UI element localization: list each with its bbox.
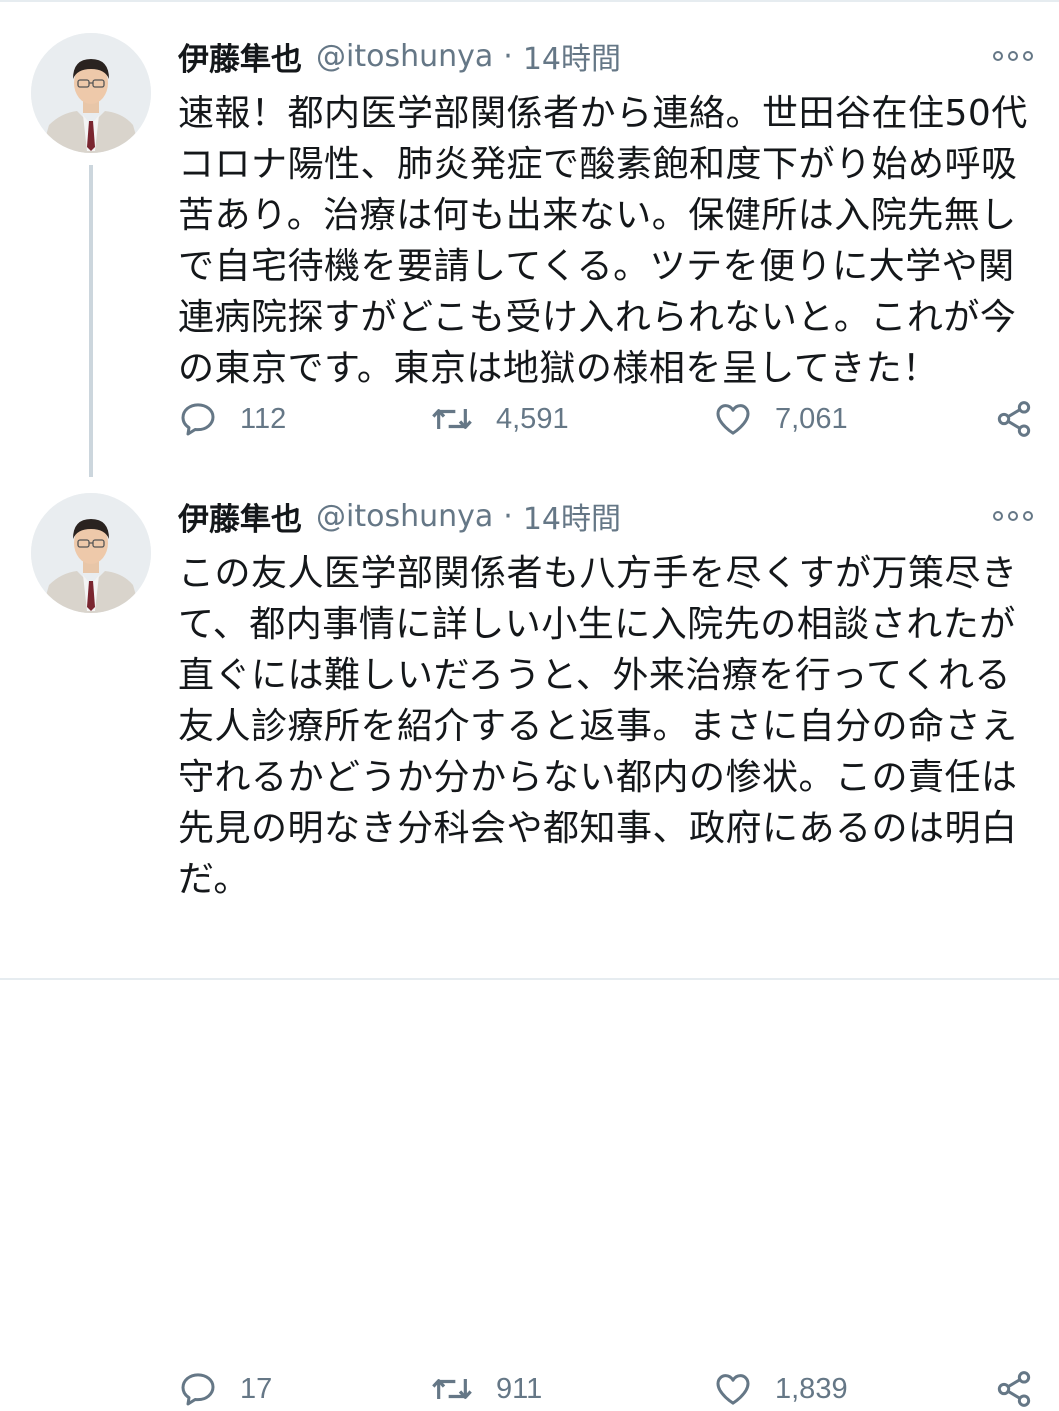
reply-button[interactable]: 17 (178, 1367, 272, 1411)
avatar[interactable] (31, 33, 151, 153)
timestamp[interactable]: 14時間 (523, 494, 621, 538)
action-bar: 112 4,591 7,061 (178, 397, 1038, 441)
heart-icon (716, 404, 750, 435)
separator-dot: · (503, 38, 513, 74)
tweet-text-line: で自宅待機を要請してくる。ツテを便りに大学や関 (178, 246, 1015, 287)
tweet-text-line: この友人医学部関係者も八方手を尽くすが万策尽き (178, 553, 1018, 594)
reply-count: 17 (240, 1372, 273, 1405)
like-count: 1,839 (775, 1372, 848, 1405)
like-button[interactable]: 7,061 (713, 397, 848, 441)
reply-icon (181, 403, 215, 436)
share-icon (997, 1371, 1031, 1407)
user-handle[interactable]: @itoshunya (316, 39, 493, 74)
display-name[interactable]: 伊藤隼也 (178, 34, 302, 79)
reply-count: 112 (240, 402, 287, 435)
more-icon[interactable] (993, 508, 1033, 524)
like-count: 7,061 (775, 402, 848, 435)
tweet-text-line: 連病院探すがどこも受け入れられないと。これが今 (178, 297, 1017, 338)
display-name[interactable]: 伊藤隼也 (178, 494, 302, 539)
tweet-text-line: 守れるかどうか分からない都内の惨状。この責任は (178, 757, 1018, 798)
action-bar: 17 911 1,839 (178, 1367, 1038, 1411)
share-button[interactable] (994, 397, 1034, 441)
retweet-icon (432, 1379, 472, 1399)
share-button[interactable] (994, 1367, 1034, 1411)
like-button[interactable]: 1,839 (713, 1367, 848, 1411)
tweet-text-line: コロナ陽性、肺炎発症で酸素飽和度下がり始め呼吸 (178, 144, 1018, 185)
avatar[interactable] (31, 493, 151, 613)
tweet-text-line: 友人診療所を紹介すると返事。まさに自分の命さえ (178, 706, 1018, 747)
tweet-text-line: 先見の明なき分科会や都知事、政府にあるのは明白 (178, 808, 1018, 849)
retweet-count: 911 (496, 1372, 543, 1405)
timestamp[interactable]: 14時間 (523, 34, 621, 78)
tweet-text-line: の東京です。東京は地獄の様相を呈してきた！ (178, 348, 939, 389)
reply-icon (181, 1373, 215, 1406)
user-handle[interactable]: @itoshunya (316, 499, 493, 534)
tweet-text-line: 苦あり。治療は何も出来ない。保健所は入院先無し (178, 195, 1017, 236)
retweet-button[interactable]: 4,591 (430, 397, 569, 441)
tweet-header: 伊藤隼也 @itoshunya · 14時間 (178, 32, 621, 80)
bottom-divider (0, 978, 1059, 980)
tweet-text: 速報！都内医学部関係者から連絡。世田谷在住50代 コロナ陽性、肺炎発症で酸素飽和… (178, 88, 1038, 394)
share-icon (997, 401, 1031, 437)
retweet-button[interactable]: 911 (430, 1367, 542, 1411)
thread-connector-line (89, 165, 93, 477)
tweet-text-line: 直ぐには難しいだろうと、外来治療を行ってくれる (178, 655, 1012, 696)
tweet-text-line: 速報！都内医学部関係者から連絡。世田谷在住50代 (178, 93, 1028, 134)
tweet-text-line: だ。 (178, 859, 250, 900)
retweet-icon (432, 409, 472, 429)
tweet-header: 伊藤隼也 @itoshunya · 14時間 (178, 492, 621, 540)
top-divider (0, 0, 1059, 2)
tweet-text-line: て、都内事情に詳しい小生に入院先の相談されたが (178, 604, 1016, 645)
separator-dot: · (503, 498, 513, 534)
retweet-count: 4,591 (496, 402, 569, 435)
reply-button[interactable]: 112 (178, 397, 286, 441)
more-icon[interactable] (993, 48, 1033, 64)
tweet-text: この友人医学部関係者も八方手を尽くすが万策尽き て、都内事情に詳しい小生に入院先… (178, 548, 1038, 905)
heart-icon (716, 1374, 750, 1405)
